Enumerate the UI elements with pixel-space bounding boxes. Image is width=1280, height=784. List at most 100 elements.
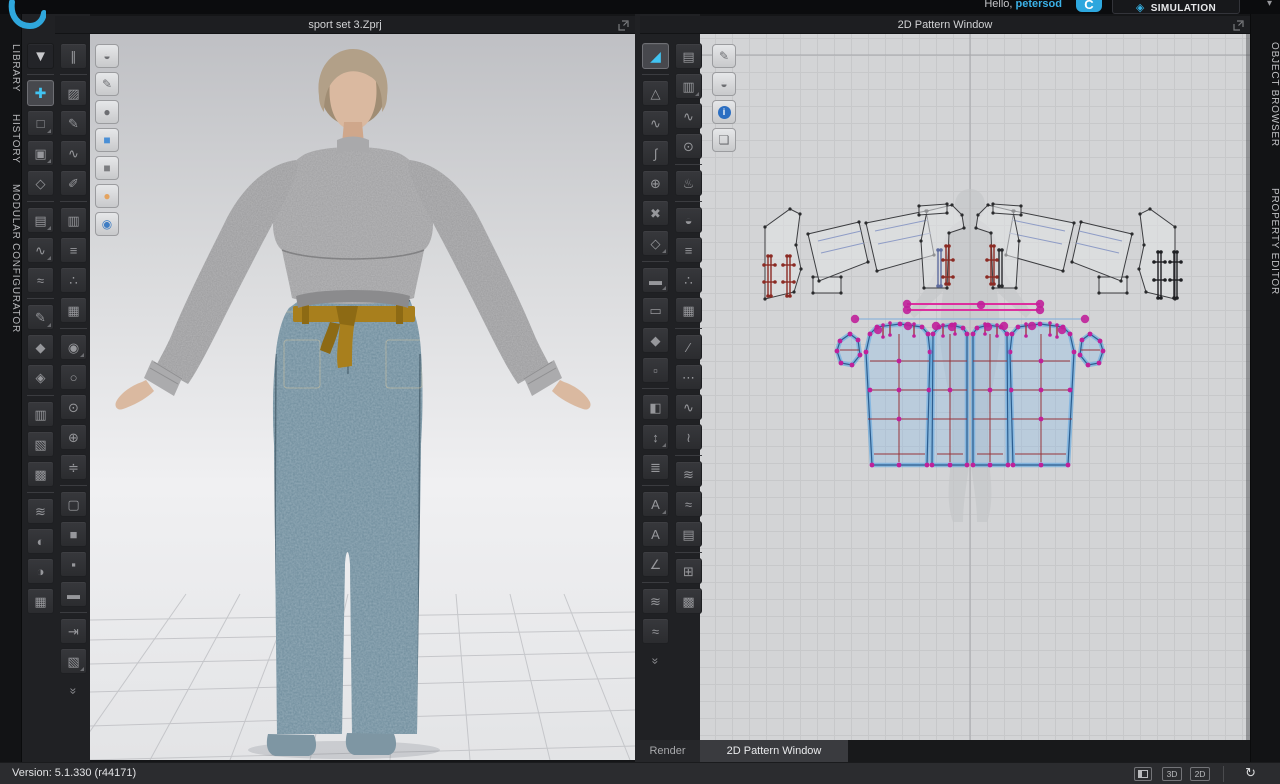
gizmo-arrow-icon[interactable]: ▼: [27, 43, 54, 69]
edit-protractor-icon[interactable]: ∠: [642, 551, 669, 577]
pleat-fold-icon[interactable]: ≈: [642, 618, 669, 644]
pattern-point-waistband-piece[interactable]: [903, 306, 911, 314]
fold-arrangement-icon[interactable]: ◇: [27, 170, 54, 196]
transform-pattern-icon[interactable]: ◢: [642, 43, 669, 69]
pattern-piece-cuff-band[interactable]: [813, 277, 841, 293]
pattern-point-waist-points[interactable]: [984, 323, 992, 331]
pattern-point-waist-points[interactable]: [1000, 322, 1008, 330]
fabric-roll-icon[interactable]: ▢: [60, 491, 87, 517]
tack-tool-icon[interactable]: ◆: [27, 334, 54, 360]
sidebar-tab-property-editor[interactable]: PROPERTY EDITOR: [1251, 184, 1280, 299]
clone-layer-icon[interactable]: ▥: [27, 401, 54, 427]
split-view-button[interactable]: [1134, 767, 1152, 781]
pattern-outline-icon[interactable]: ▭: [642, 297, 669, 323]
avatar-tape-icon[interactable]: ◑: [27, 558, 54, 584]
pattern-point-waist-points[interactable]: [904, 322, 912, 330]
shirring-a-icon[interactable]: ≋: [675, 461, 702, 487]
simulation-button[interactable]: ◈SIMULATION: [1112, 0, 1240, 14]
edit-seam-cross-icon[interactable]: ✖: [642, 200, 669, 226]
username[interactable]: petersod: [1016, 0, 1062, 10]
dart-tool-icon[interactable]: ◆: [642, 327, 669, 353]
pattern-piece-pant-back-panel[interactable]: [1010, 324, 1074, 465]
edit-curve-point-icon[interactable]: ∫: [642, 140, 669, 166]
free-sewing-icon[interactable]: ∿: [675, 103, 702, 129]
viewport-2d-pattern[interactable]: [700, 34, 1250, 740]
rectangle-selection-icon[interactable]: □: [27, 110, 54, 136]
pattern-point-waist-points[interactable]: [1028, 322, 1036, 330]
pattern-point-waist-points[interactable]: [1058, 326, 1066, 334]
show-garment-toggle-icon[interactable]: ◒: [95, 44, 119, 68]
show-shape-toggle-icon[interactable]: ◒: [712, 72, 736, 96]
avatar-3d[interactable]: [115, 49, 590, 759]
detect-sewing-icon[interactable]: ⊙: [675, 133, 702, 159]
press-fuse-icon[interactable]: ⇥: [60, 618, 87, 644]
animation-mode-icon[interactable]: ∥: [60, 43, 87, 69]
segment-sewing-3d-icon[interactable]: ▤: [27, 207, 54, 233]
measure-ruler-icon[interactable]: ≣: [642, 454, 669, 480]
wave-seam-icon[interactable]: ∿: [675, 394, 702, 420]
press-steam-icon[interactable]: ♨: [675, 170, 702, 196]
flatten-mesh-icon[interactable]: ▦: [27, 588, 54, 614]
show-fabric-toggle-icon[interactable]: ❏: [712, 128, 736, 152]
more-tools-mid-icon[interactable]: »: [642, 648, 669, 674]
machine-shirring-icon[interactable]: ▤: [675, 521, 702, 547]
text-tool-icon[interactable]: A: [642, 521, 669, 547]
tab-2d-pattern-window[interactable]: 2D Pattern Window: [700, 740, 848, 762]
shirring-b-icon[interactable]: ≈: [675, 491, 702, 517]
segment-sewing-icon[interactable]: ▤: [675, 43, 702, 69]
trace-tool-icon[interactable]: ▫: [642, 357, 669, 383]
fit-to-avatar-icon[interactable]: ▩: [27, 461, 54, 487]
sidebar-tab-modular-configurator[interactable]: MODULAR CONFIGURATOR: [0, 180, 21, 337]
add-fabric-icon[interactable]: ⊞: [675, 558, 702, 584]
button-stick-icon[interactable]: ⊙: [60, 394, 87, 420]
view-3d-button[interactable]: 3D: [1162, 767, 1182, 781]
show-info-toggle-icon[interactable]: i: [712, 100, 736, 124]
pin-garment-icon[interactable]: ◈: [27, 364, 54, 390]
fasten-button-icon[interactable]: ⊕: [60, 424, 87, 450]
pattern-piece-neck-band[interactable]: [993, 204, 1021, 215]
pattern-piece-front-bodice[interactable]: [1139, 209, 1175, 299]
tab-render[interactable]: Render: [635, 740, 700, 762]
sidebar-tab-library[interactable]: LIBRARY: [0, 40, 21, 96]
pattern-point-waistband-piece[interactable]: [977, 301, 985, 309]
pattern-piece-neck-band[interactable]: [919, 204, 947, 215]
simulation-dropdown-chevron[interactable]: ▾: [1267, 0, 1272, 9]
add-point-split-icon[interactable]: ⊕: [642, 170, 669, 196]
cloth-fold-icon[interactable]: ◧: [642, 394, 669, 420]
fabric-swatch-icon[interactable]: ▪: [60, 551, 87, 577]
pattern-point-waist-points[interactable]: [874, 326, 882, 334]
sidebar-tab-history[interactable]: HISTORY: [0, 110, 21, 168]
clo-account-icon[interactable]: C: [1076, 0, 1102, 12]
sidebar-tab-object-browser[interactable]: OBJECT BROWSER: [1251, 38, 1280, 151]
transform-pattern-3d-icon[interactable]: ▣: [27, 140, 54, 166]
edit-curvature-icon[interactable]: ∿: [642, 110, 669, 136]
needle-garment-icon[interactable]: ≡: [60, 237, 87, 263]
fabric-back-toggle-icon[interactable]: ■: [95, 156, 119, 180]
pattern-point-waistband-piece[interactable]: [1036, 306, 1044, 314]
elastic-tool-icon[interactable]: ⋯: [675, 364, 702, 390]
pleats-tool-icon[interactable]: ≋: [642, 588, 669, 614]
zipper-tool-icon[interactable]: ≑: [60, 454, 87, 480]
edit-text-icon[interactable]: A: [642, 491, 669, 517]
grading-garment-icon[interactable]: ▨: [60, 80, 87, 106]
view-2d-button[interactable]: 2D: [1190, 767, 1210, 781]
more-tools-left-icon[interactable]: »: [60, 678, 87, 704]
texture-dots-icon[interactable]: ∴: [675, 267, 702, 293]
checker-garment-icon[interactable]: ▦: [60, 297, 87, 323]
pattern-point-waist-points[interactable]: [948, 323, 956, 331]
rectangle-tool-icon[interactable]: ▬: [642, 267, 669, 293]
pattern-piece-pant-back-panel[interactable]: [866, 324, 930, 465]
checkerboard-icon[interactable]: ▦: [675, 297, 702, 323]
fabric-front-toggle-icon[interactable]: ■: [95, 128, 119, 152]
pattern-piece-sleeve-lower[interactable]: [1072, 222, 1132, 281]
pin-tool-icon[interactable]: ✎: [27, 304, 54, 330]
avatar-circumference-icon[interactable]: ◐: [27, 528, 54, 554]
garment-pencil-icon[interactable]: ✐: [60, 170, 87, 196]
edit-sewing-icon[interactable]: ▥: [675, 73, 702, 99]
edit-measure-icon[interactable]: ↕: [642, 424, 669, 450]
button-tool-icon[interactable]: ◉: [60, 334, 87, 360]
select-move-icon[interactable]: ✚: [27, 80, 54, 106]
free-sewing-3d-icon[interactable]: ∿: [27, 237, 54, 263]
solidify-garment-icon[interactable]: ≋: [27, 498, 54, 524]
fold-garment-icon[interactable]: ▧: [60, 648, 87, 674]
